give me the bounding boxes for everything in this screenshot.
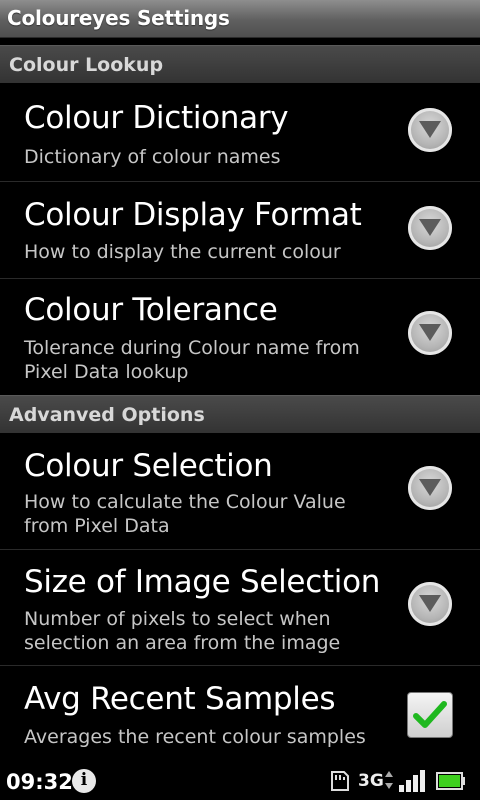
pref-title: Avg Recent Samples bbox=[24, 681, 336, 717]
data-arrows-icon bbox=[385, 771, 393, 789]
pref-colour-display-format[interactable]: Colour Display Format How to display the… bbox=[0, 182, 480, 279]
dropdown-arrow-icon[interactable] bbox=[408, 466, 452, 510]
pref-colour-tolerance[interactable]: Colour Tolerance Tolerance during Colour… bbox=[0, 279, 480, 395]
pref-title: Colour Selection bbox=[24, 448, 273, 484]
pref-summary: How to calculate the Colour Value from P… bbox=[24, 491, 346, 537]
dropdown-arrow-icon[interactable] bbox=[408, 108, 452, 152]
app-title: Coloureyes Settings bbox=[7, 6, 230, 30]
pref-title: Colour Tolerance bbox=[24, 292, 278, 328]
signal-icon bbox=[399, 770, 425, 792]
pref-title: Size of Image Selection bbox=[24, 564, 381, 600]
pref-size-of-image-selection[interactable]: Size of Image Selection Number of pixels… bbox=[0, 550, 480, 666]
section-header-colour-lookup: Colour Lookup bbox=[0, 45, 480, 83]
pref-avg-recent-samples[interactable]: Avg Recent Samples Averages the recent c… bbox=[0, 666, 480, 762]
dropdown-arrow-icon[interactable] bbox=[408, 206, 452, 250]
pref-colour-selection[interactable]: Colour Selection How to calculate the Co… bbox=[0, 433, 480, 550]
pref-summary: Number of pixels to select when selectio… bbox=[24, 608, 341, 654]
section-header-label: Colour Lookup bbox=[9, 54, 164, 76]
dropdown-arrow-icon[interactable] bbox=[408, 311, 452, 355]
pref-title: Colour Dictionary bbox=[24, 100, 289, 136]
pref-title: Colour Display Format bbox=[24, 197, 362, 233]
status-bar: 09:32 i 3G bbox=[0, 762, 480, 800]
sd-card-icon bbox=[331, 771, 349, 791]
pref-summary: Averages the recent colour samples bbox=[24, 726, 366, 748]
checkmark-icon bbox=[413, 701, 447, 728]
battery-icon bbox=[436, 772, 465, 790]
dropdown-arrow-icon[interactable] bbox=[408, 582, 452, 626]
pref-summary: Dictionary of colour names bbox=[24, 146, 281, 168]
pref-summary: How to display the current colour bbox=[24, 241, 341, 263]
app-title-bar: Coloureyes Settings bbox=[0, 0, 480, 38]
avg-recent-samples-checkbox[interactable] bbox=[407, 692, 453, 738]
pref-summary: Tolerance during Colour name from Pixel … bbox=[24, 337, 360, 383]
info-icon[interactable]: i bbox=[72, 769, 96, 793]
network-type-label: 3G bbox=[358, 771, 384, 791]
section-header-label: Advanved Options bbox=[9, 404, 205, 426]
pref-colour-dictionary[interactable]: Colour Dictionary Dictionary of colour n… bbox=[0, 83, 480, 182]
section-header-advanced-options: Advanved Options bbox=[0, 395, 480, 433]
status-clock: 09:32 bbox=[6, 770, 73, 794]
